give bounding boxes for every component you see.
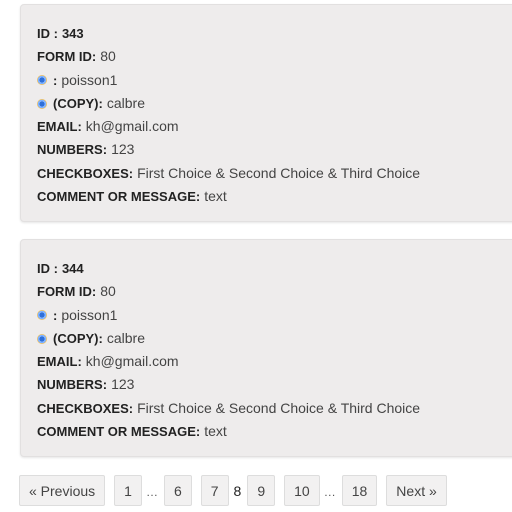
numbers-value: 123 — [111, 376, 135, 393]
field-logo-icon — [37, 98, 47, 109]
entry-card: ID : 344 FORM ID: 80 : poisson1 (COPY): … — [20, 239, 512, 457]
numbers-value: 123 — [111, 141, 135, 158]
email-value: kh@gmail.com — [85, 353, 179, 370]
entry-id-row: ID : 344 — [37, 257, 503, 280]
current-page: 8 — [233, 482, 242, 499]
entry-id-value: 344 — [61, 261, 84, 276]
form-id-value: 80 — [100, 48, 116, 65]
entry-id-label: ID : — [37, 26, 58, 41]
previous-page-button[interactable]: « Previous — [19, 475, 106, 506]
page-10-button[interactable]: 10 — [284, 475, 320, 506]
entry-card: ID : 343 FORM ID: 80 : poisson1 (COPY): … — [20, 4, 512, 222]
field1-value: poisson1 — [61, 71, 118, 88]
comment-row: COMMENT OR MESSAGE: text — [37, 185, 503, 208]
field2-row: (COPY): calbre — [37, 92, 503, 115]
checkboxes-label: CHECKBOXES: — [37, 165, 134, 181]
email-label: EMAIL: — [37, 354, 82, 370]
checkboxes-label: CHECKBOXES: — [37, 400, 134, 416]
field-logo-icon — [37, 310, 47, 321]
email-value: kh@gmail.com — [85, 118, 179, 135]
entry-id-value: 343 — [61, 26, 84, 41]
entry-id-label: ID : — [37, 261, 58, 276]
email-row: EMAIL: kh@gmail.com — [37, 115, 503, 138]
checkboxes-value: First Choice & Second Choice & Third Cho… — [137, 399, 421, 416]
comment-value: text — [204, 188, 227, 205]
numbers-label: NUMBERS: — [37, 142, 108, 158]
field1-row: : poisson1 — [37, 304, 503, 327]
field2-label: (COPY): — [53, 330, 103, 346]
comment-label: COMMENT OR MESSAGE: — [37, 189, 201, 205]
form-id-row: FORM ID: 80 — [37, 280, 503, 303]
field2-label: (COPY): — [53, 95, 103, 111]
checkboxes-row: CHECKBOXES: First Choice & Second Choice… — [37, 397, 503, 420]
comment-row: COMMENT OR MESSAGE: text — [37, 420, 503, 443]
next-page-button[interactable]: Next » — [386, 475, 447, 506]
comment-value: text — [204, 423, 227, 440]
page-9-button[interactable]: 9 — [247, 475, 276, 506]
page-6-button[interactable]: 6 — [163, 475, 192, 506]
page-1-button[interactable]: 1 — [114, 475, 142, 506]
field-logo-icon — [37, 75, 47, 86]
field1-row: : poisson1 — [37, 69, 503, 92]
numbers-row: NUMBERS: 123 — [37, 373, 503, 396]
form-id-row: FORM ID: 80 — [37, 45, 503, 68]
form-id-value: 80 — [100, 283, 116, 300]
field-logo-icon — [37, 333, 47, 344]
field2-row: (COPY): calbre — [37, 327, 503, 350]
comment-label: COMMENT OR MESSAGE: — [37, 424, 201, 440]
field1-separator: : — [53, 72, 58, 88]
page-18-button[interactable]: 18 — [341, 475, 378, 506]
page-7-button[interactable]: 7 — [200, 475, 229, 506]
form-id-label: FORM ID: — [37, 49, 97, 65]
field1-value: poisson1 — [61, 306, 118, 323]
field1-separator: : — [53, 307, 58, 323]
pagination-ellipsis: … — [145, 485, 158, 499]
entry-id-row: ID : 343 — [37, 22, 503, 45]
checkboxes-value: First Choice & Second Choice & Third Cho… — [137, 164, 421, 181]
email-label: EMAIL: — [37, 119, 82, 135]
field2-value: calbre — [106, 329, 145, 346]
email-row: EMAIL: kh@gmail.com — [37, 350, 503, 373]
field2-value: calbre — [106, 94, 145, 111]
pagination: « Previous 1 … 6 7 8 9 10 … 18 Next » — [19, 474, 456, 507]
pagination-ellipsis: … — [323, 485, 336, 499]
numbers-label: NUMBERS: — [37, 377, 108, 393]
numbers-row: NUMBERS: 123 — [37, 138, 503, 161]
checkboxes-row: CHECKBOXES: First Choice & Second Choice… — [37, 162, 503, 185]
form-id-label: FORM ID: — [37, 284, 97, 300]
